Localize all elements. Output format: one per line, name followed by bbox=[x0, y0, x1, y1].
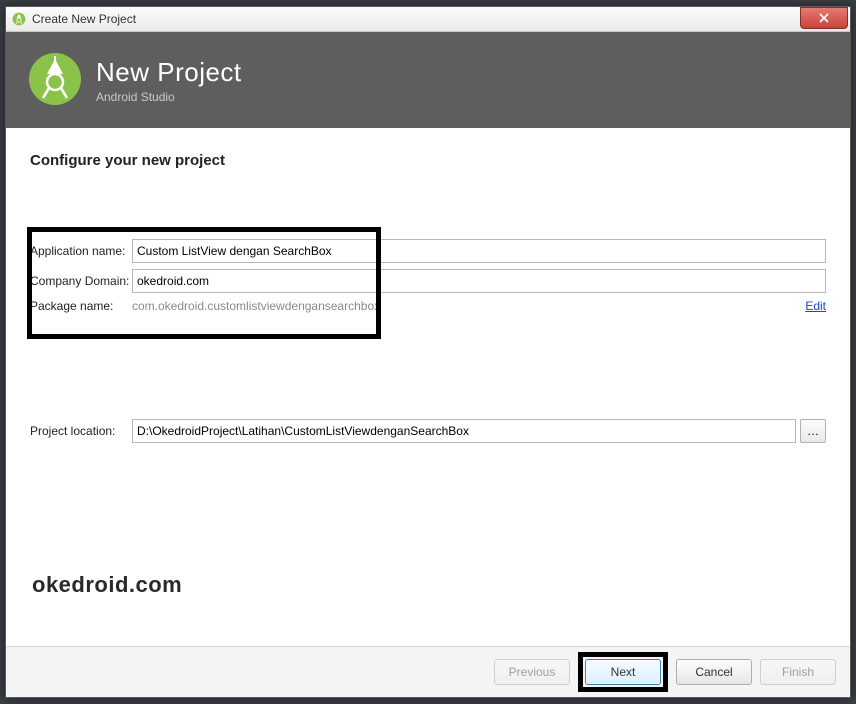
company-domain-input[interactable] bbox=[132, 269, 826, 293]
application-name-row: Application name: bbox=[30, 239, 826, 263]
watermark-text: okedroid.com bbox=[32, 572, 182, 598]
next-button[interactable]: Next bbox=[585, 659, 661, 685]
application-name-input[interactable] bbox=[132, 239, 826, 263]
header-subtitle: Android Studio bbox=[96, 90, 242, 104]
wizard-header: New Project Android Studio bbox=[6, 32, 850, 128]
edit-package-link[interactable]: Edit bbox=[805, 299, 826, 313]
package-name-label: Package name: bbox=[30, 299, 132, 313]
titlebar: Create New Project bbox=[6, 7, 850, 32]
wizard-content: Configure your new project Application n… bbox=[6, 128, 850, 646]
wizard-window: Create New Project New Project Android S… bbox=[5, 6, 851, 698]
project-location-row: Project location: … bbox=[30, 419, 826, 443]
browse-ellipsis-icon: … bbox=[807, 424, 819, 438]
project-location-input[interactable] bbox=[132, 419, 796, 443]
header-title: New Project bbox=[96, 57, 242, 88]
annotation-next-highlight: Next bbox=[578, 652, 668, 692]
package-name-row: Package name: com.okedroid.customlistvie… bbox=[30, 299, 826, 313]
cancel-button[interactable]: Cancel bbox=[676, 659, 752, 685]
finish-button: Finish bbox=[760, 659, 836, 685]
wizard-footer: Previous Next Cancel Finish bbox=[6, 646, 850, 697]
close-button[interactable] bbox=[800, 7, 848, 29]
package-name-value: com.okedroid.customlistviewdengansearchb… bbox=[132, 299, 797, 313]
section-heading: Configure your new project bbox=[30, 152, 826, 169]
company-domain-label: Company Domain: bbox=[30, 274, 132, 288]
previous-button: Previous bbox=[494, 659, 570, 685]
android-studio-icon bbox=[28, 52, 82, 109]
window-title: Create New Project bbox=[32, 12, 136, 26]
app-icon bbox=[12, 12, 26, 26]
company-domain-row: Company Domain: bbox=[30, 269, 826, 293]
application-name-label: Application name: bbox=[30, 244, 132, 258]
project-location-label: Project location: bbox=[30, 424, 132, 438]
browse-location-button[interactable]: … bbox=[800, 419, 826, 443]
